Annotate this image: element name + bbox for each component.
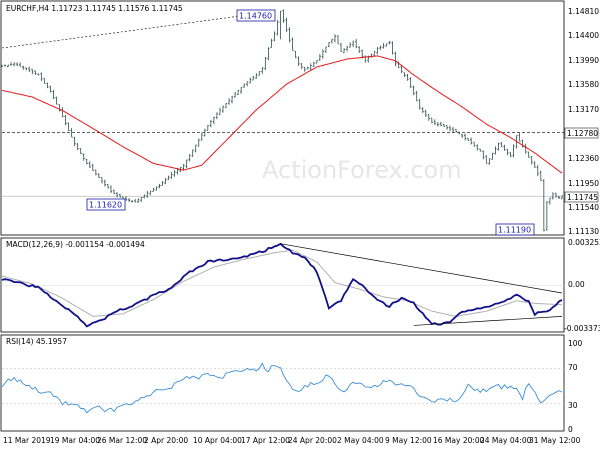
x-tick-label: 10 Apr 04:00 — [193, 436, 242, 445]
x-tick-label: 17 Apr 12:00 — [241, 436, 290, 445]
x-tick-label: 11 Mar 2019 — [3, 436, 51, 445]
price-y-tick: 1.13990 — [568, 56, 599, 65]
price-y-tick: 1.11950 — [568, 179, 599, 188]
price-y-tick: 1.11540 — [568, 203, 599, 212]
macd-y-tick: -0.003373 — [564, 324, 600, 333]
x-tick-label: 2 Apr 20:00 — [144, 436, 188, 445]
x-tick-label: 24 Apr 20:00 — [288, 436, 337, 445]
high-label-box: 1.14760 — [236, 9, 276, 22]
x-tick-label: 24 May 04:00 — [480, 436, 532, 445]
rsi-y-tick: 30 — [568, 401, 578, 410]
low-may-label-text: 1.11190 — [498, 226, 531, 235]
rsi-panel-title: RSI(14) 45.1957 — [6, 337, 67, 346]
macd-y-tick: 0.003253 — [568, 238, 600, 247]
rsi-y-tick: 0 — [568, 425, 573, 434]
price-y-tick: 1.13170 — [568, 105, 599, 114]
watermark-text: ActionForex.com — [262, 156, 462, 184]
high-label-text: 1.14760 — [239, 12, 272, 21]
low-may-label-box: 1.11190 — [495, 223, 535, 236]
resistance-tag: 1.12780 — [564, 127, 599, 139]
rsi-y-tick: 70 — [568, 363, 578, 372]
macd-y-tick: 0.00 — [568, 280, 585, 289]
x-tick-label: 19 Mar 04:00 — [50, 436, 100, 445]
x-tick-label: 9 May 12:00 — [385, 436, 432, 445]
x-tick-label: 31 May 12:00 — [529, 436, 581, 445]
x-tick-label: 26 Mar 12:00 — [97, 436, 147, 445]
forex-chart: ActionForex.com EURCHF,H4 1.11723 1.1174… — [0, 0, 600, 450]
macd-y-axis: 0.003253 0.00 -0.003373 — [564, 238, 600, 333]
current-price-tag-text: 1.11745 — [567, 193, 598, 202]
price-y-tick: 1.14400 — [568, 31, 599, 40]
current-price-tag: 1.11745 — [564, 191, 599, 203]
x-tick-label: 2 May 04:00 — [337, 436, 384, 445]
resistance-tag-text: 1.12780 — [567, 129, 598, 138]
price-panel-frame — [0, 0, 565, 236]
rsi-y-axis: 100 70 30 0 — [568, 339, 583, 434]
x-axis: 11 Mar 2019 19 Mar 04:00 26 Mar 12:00 2 … — [3, 436, 581, 445]
low-march-label-box: 1.11620 — [86, 198, 126, 211]
chart-svg: ActionForex.com EURCHF,H4 1.11723 1.1174… — [0, 0, 600, 445]
price-y-tick: 1.11130 — [568, 227, 599, 236]
low-march-label-text: 1.11620 — [89, 201, 122, 210]
macd-panel-title: MACD(12,26,9) -0.001154 -0.001494 — [6, 240, 145, 249]
price-panel-title: EURCHF,H4 1.11723 1.11745 1.11576 1.1174… — [6, 4, 183, 13]
price-y-tick: 1.12360 — [568, 154, 599, 163]
price-y-tick: 1.14810 — [568, 7, 599, 16]
price-y-tick: 1.13580 — [568, 80, 599, 89]
rsi-y-tick: 100 — [568, 339, 583, 348]
rsi-panel-frame — [0, 334, 565, 432]
x-tick-label: 16 May 20:00 — [433, 436, 485, 445]
